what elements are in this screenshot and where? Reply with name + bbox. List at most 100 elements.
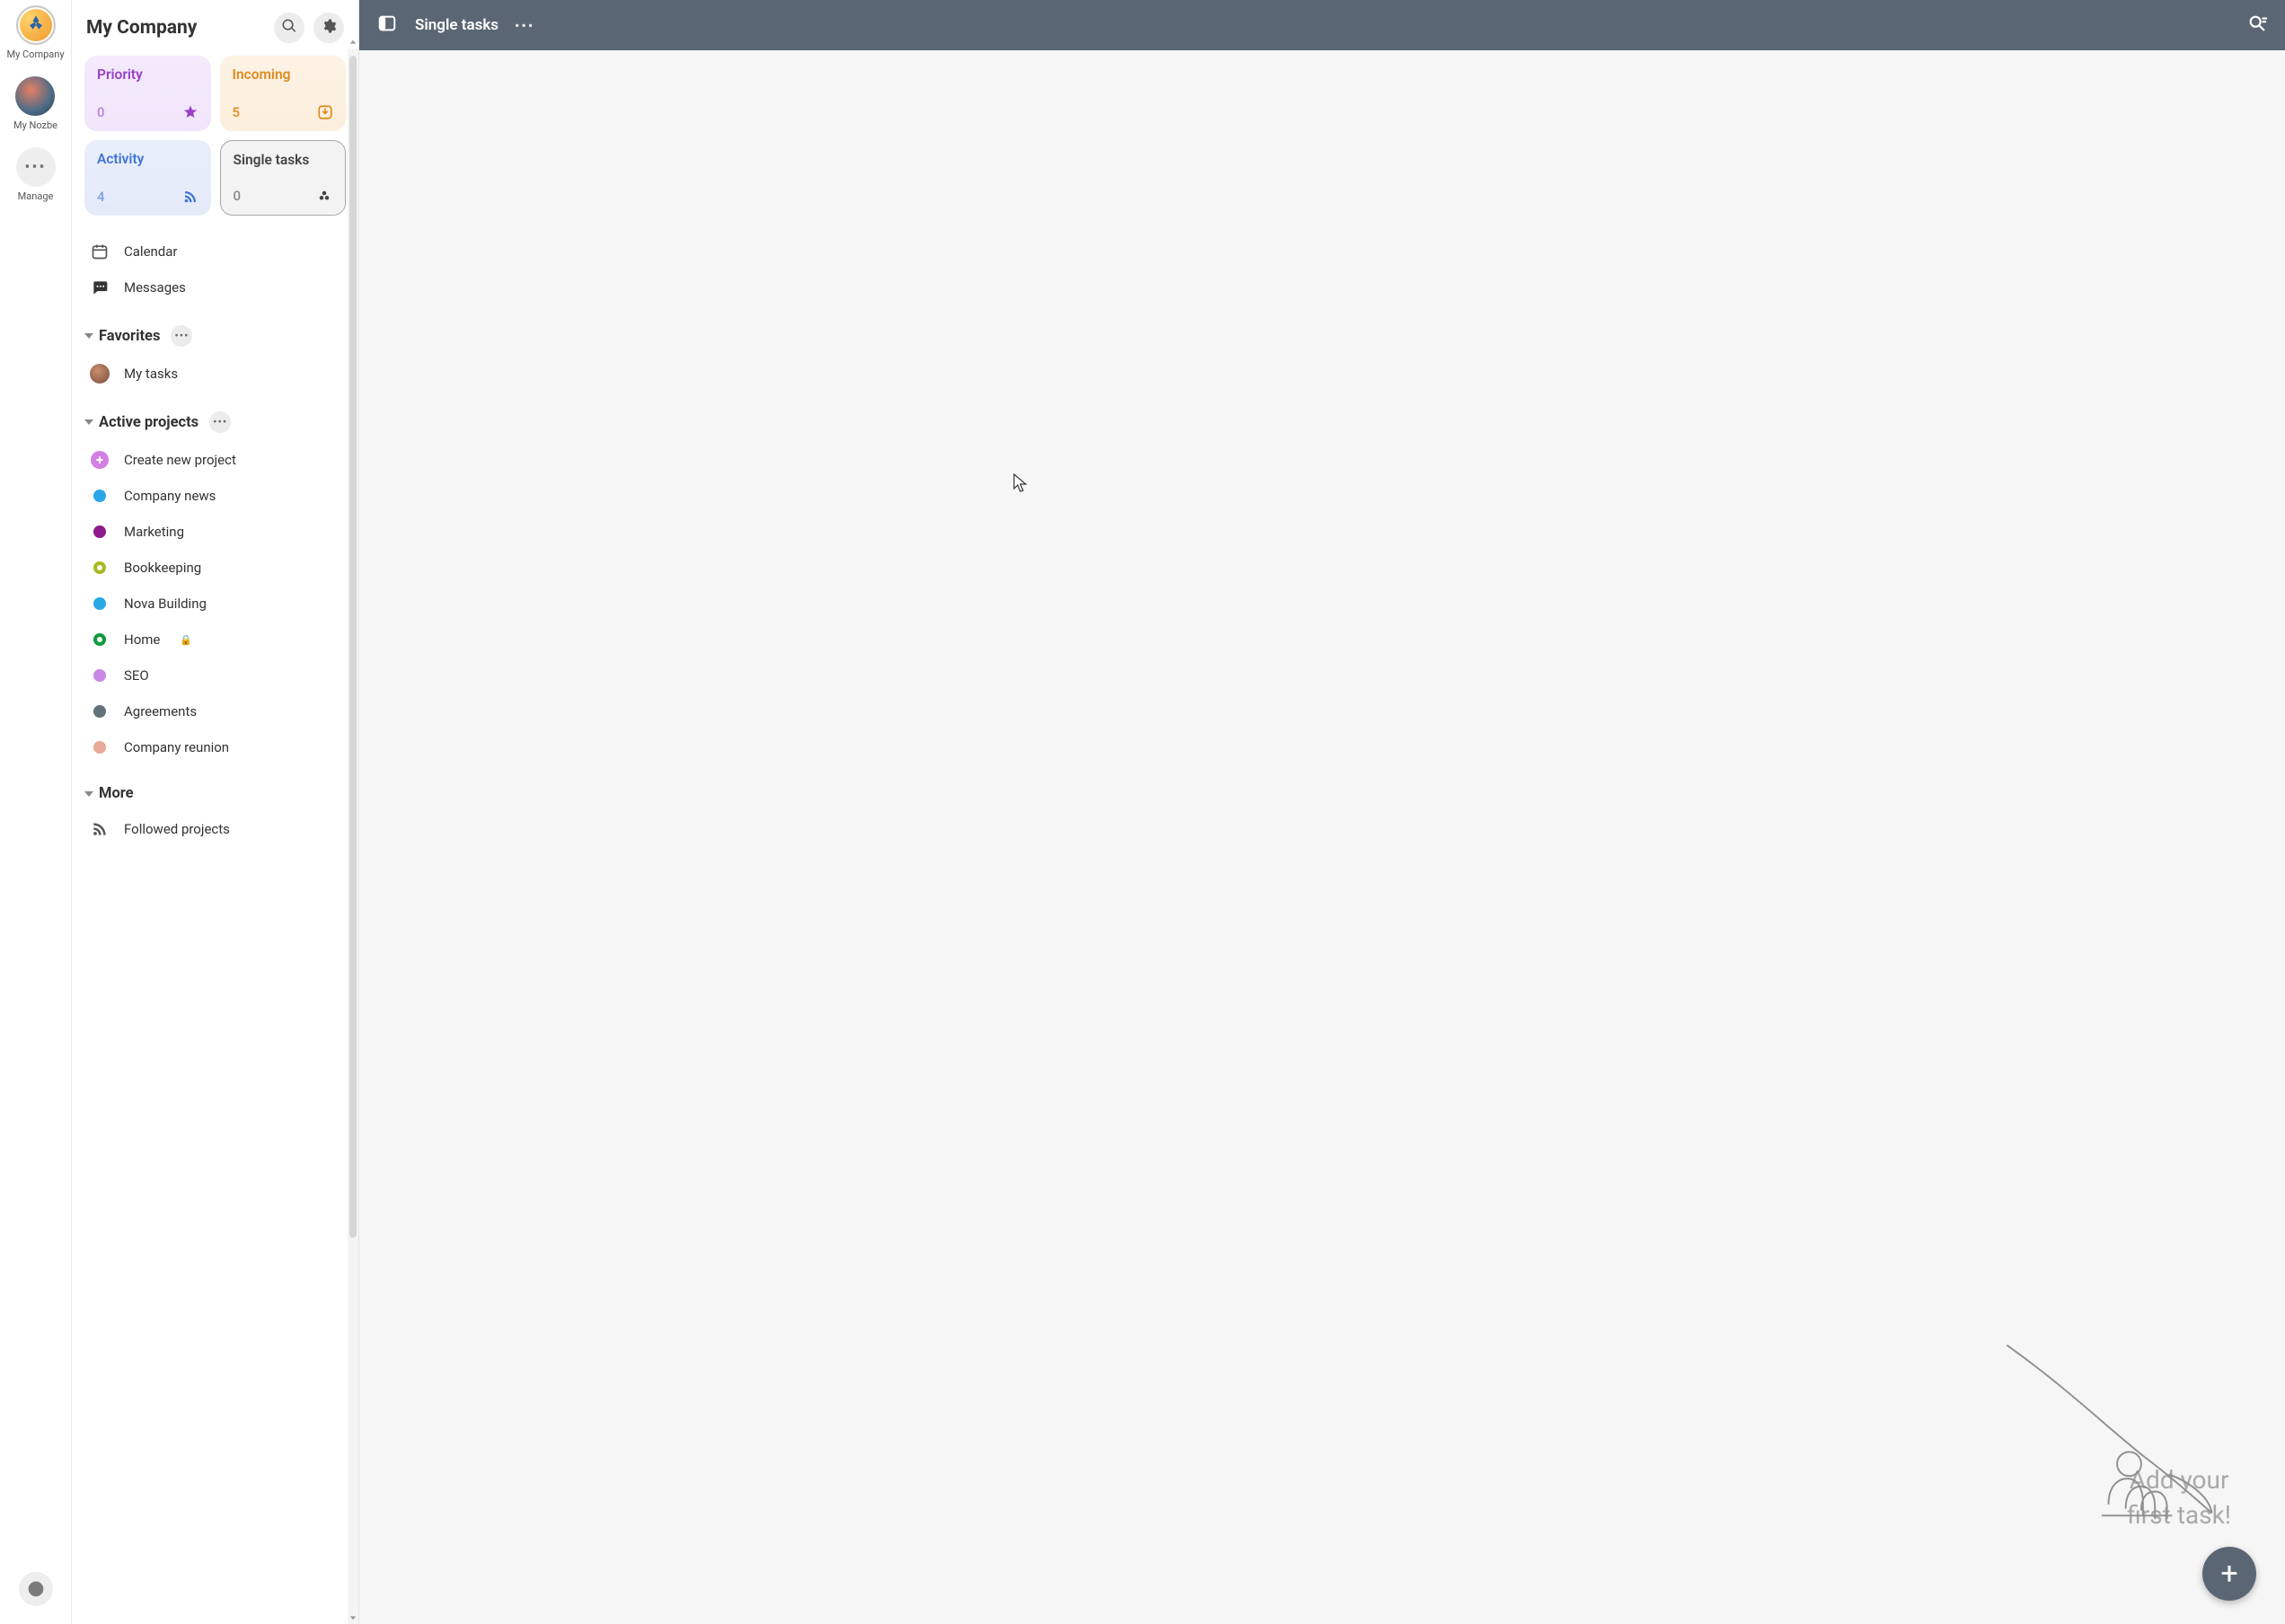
sidebar-title: My Company <box>86 17 197 39</box>
rail-nozbe-label: My Nozbe <box>13 119 57 131</box>
menu-calendar[interactable]: Calendar <box>81 234 349 269</box>
project-label: SEO <box>124 667 149 684</box>
chat-icon <box>90 278 110 297</box>
tile-priority-count: 0 <box>97 104 105 120</box>
company-logo-icon <box>16 5 56 45</box>
rail-company-label: My Company <box>6 49 64 60</box>
favorites-more-button[interactable]: ••• <box>171 325 192 347</box>
rail-nozbe[interactable]: My Nozbe <box>13 76 57 131</box>
caret-down-icon[interactable] <box>84 333 93 339</box>
topbar-title: Single tasks <box>415 16 498 34</box>
project-label: Company reunion <box>124 739 229 755</box>
menu-messages-label: Messages <box>124 279 186 296</box>
project-color-icon <box>93 633 106 646</box>
ellipsis-icon: ••• <box>16 147 56 187</box>
tile-priority[interactable]: Priority 0 <box>84 56 211 131</box>
search-button[interactable] <box>274 13 304 43</box>
project-label: Agreements <box>124 703 197 719</box>
tile-priority-title: Priority <box>97 66 199 83</box>
active-title: Active projects <box>99 414 199 431</box>
create-project[interactable]: + Create new project <box>81 442 349 478</box>
plus-icon: + <box>2220 1556 2237 1592</box>
project-item[interactable]: Nova Building <box>81 586 349 622</box>
tile-activity-title: Activity <box>97 151 199 167</box>
rail-company[interactable]: My Company <box>6 5 64 60</box>
tile-activity[interactable]: Activity 4 <box>84 140 211 216</box>
pointing-hand-icon <box>2016 1337 2222 1543</box>
favorites-title: Favorites <box>99 328 160 345</box>
section-more: More Followed projects <box>81 781 349 847</box>
main-area: Single tasks ••• Add your first task! <box>359 0 2285 1624</box>
active-more-button[interactable]: ••• <box>209 411 231 433</box>
section-favorites: Favorites ••• My tasks <box>81 322 349 392</box>
rss-icon <box>182 189 199 205</box>
topbar-more-button[interactable]: ••• <box>515 17 534 34</box>
tile-incoming[interactable]: Incoming 5 <box>220 56 347 131</box>
favorite-my-tasks[interactable]: My tasks <box>81 356 349 392</box>
lock-icon: 🔒 <box>180 634 192 646</box>
inbox-download-icon <box>317 104 333 120</box>
favorite-my-tasks-label: My tasks <box>124 366 178 382</box>
project-color-icon <box>93 525 106 538</box>
topbar-search-filter-button[interactable] <box>2245 13 2269 37</box>
panel-toggle-icon <box>377 13 397 37</box>
caret-down-icon[interactable] <box>84 419 93 425</box>
project-color-icon <box>93 597 106 610</box>
search-icon <box>281 18 297 38</box>
project-color-icon <box>93 561 106 574</box>
scroll-thumb[interactable] <box>349 56 357 1238</box>
project-label: Bookkeeping <box>124 560 201 576</box>
section-active-projects: Active projects ••• + Create new project… <box>81 408 349 765</box>
globe-icon <box>19 1572 53 1606</box>
topbar: Single tasks ••• <box>359 0 2285 50</box>
workspace-rail: My Company My Nozbe ••• Manage <box>0 0 72 1624</box>
followed-label: Followed projects <box>124 821 230 837</box>
rail-manage[interactable]: ••• Manage <box>16 147 56 202</box>
tile-single-count: 0 <box>234 188 242 204</box>
more-title: More <box>99 785 134 802</box>
menu-messages[interactable]: Messages <box>81 269 349 305</box>
scroll-down-icon[interactable] <box>348 1611 358 1624</box>
add-task-fab[interactable]: + <box>2202 1547 2256 1601</box>
star-icon <box>182 104 199 120</box>
rail-world[interactable] <box>19 1572 53 1606</box>
toggle-sidebar-button[interactable] <box>375 13 399 37</box>
project-item[interactable]: Company news <box>81 478 349 514</box>
tile-activity-count: 4 <box>97 189 105 205</box>
caret-down-icon[interactable] <box>84 791 93 797</box>
nozbe-logo-icon <box>15 76 55 116</box>
project-color-icon <box>93 490 106 502</box>
calendar-icon <box>90 242 110 261</box>
project-item[interactable]: Agreements <box>81 693 349 729</box>
user-avatar-icon <box>90 364 110 384</box>
settings-button[interactable] <box>313 13 344 43</box>
project-label: Company news <box>124 488 216 504</box>
project-label: Home <box>124 631 160 648</box>
create-project-label: Create new project <box>124 452 236 468</box>
plus-icon: + <box>91 451 109 469</box>
project-label: Nova Building <box>124 596 207 612</box>
menu-followed-projects[interactable]: Followed projects <box>81 811 349 847</box>
tile-incoming-title: Incoming <box>233 66 334 83</box>
tile-incoming-count: 5 <box>233 104 241 120</box>
gear-icon <box>321 18 337 38</box>
project-label: Marketing <box>124 524 184 540</box>
project-item[interactable]: Company reunion <box>81 729 349 765</box>
mouse-cursor-icon <box>1013 473 1028 493</box>
rail-manage-label: Manage <box>18 190 54 202</box>
cluster-icon <box>316 188 332 204</box>
search-filter-icon <box>2247 13 2267 37</box>
project-color-icon <box>93 669 106 682</box>
project-item[interactable]: Home 🔒 <box>81 622 349 658</box>
scroll-up-icon[interactable] <box>348 36 358 49</box>
project-item[interactable]: SEO <box>81 658 349 693</box>
rss-icon <box>90 819 110 839</box>
project-item[interactable]: Bookkeeping <box>81 550 349 586</box>
tile-single-tasks[interactable]: Single tasks 0 <box>220 140 347 216</box>
project-color-icon <box>93 705 106 718</box>
sidebar: My Company Priority <box>72 0 359 1624</box>
tile-single-title: Single tasks <box>234 152 333 168</box>
project-item[interactable]: Marketing <box>81 514 349 550</box>
sidebar-scrollbar[interactable] <box>348 49 358 1624</box>
menu-calendar-label: Calendar <box>124 243 178 260</box>
